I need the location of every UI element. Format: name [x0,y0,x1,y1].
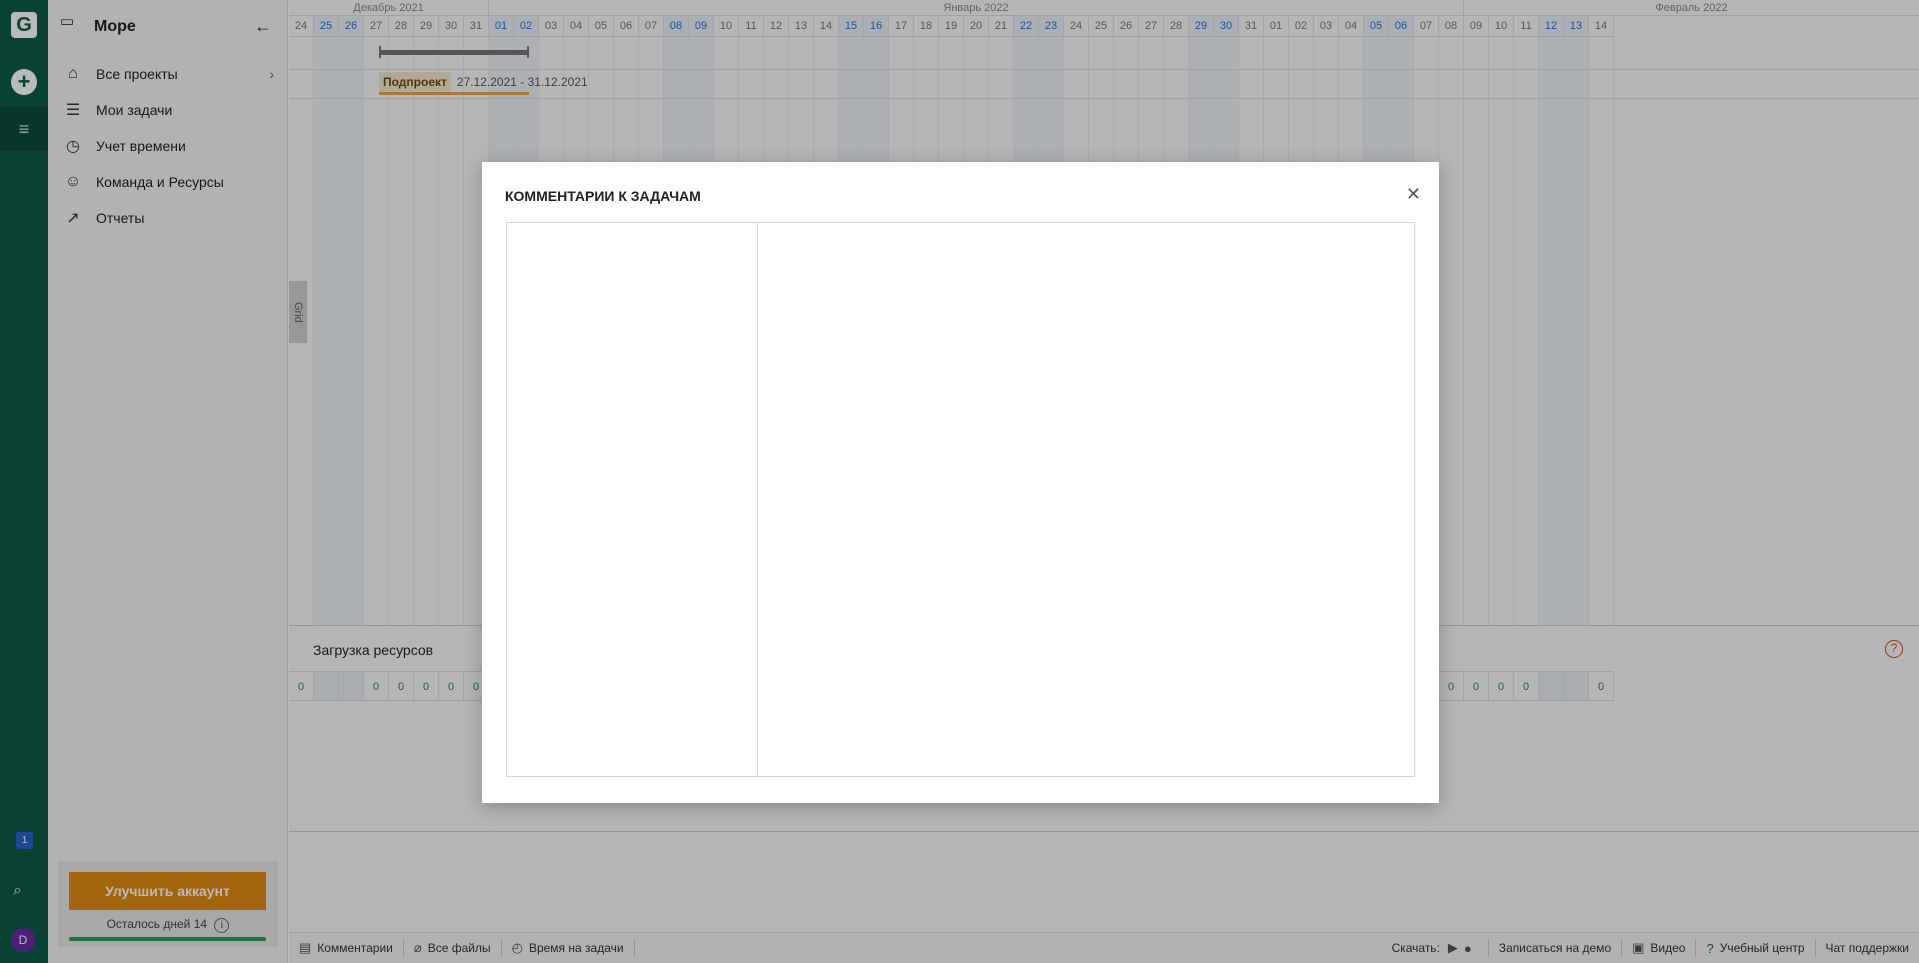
task-comments-modal: Комментарии к задачам ✕ [482,162,1439,803]
close-icon[interactable]: ✕ [1406,184,1421,205]
modal-title: Комментарии к задачам [505,188,701,204]
comments-task-list[interactable] [507,223,758,776]
comments-panel [506,222,1415,777]
